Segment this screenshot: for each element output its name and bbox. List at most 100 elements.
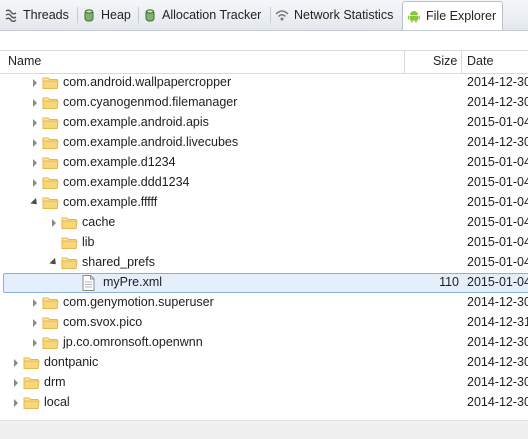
tree-row[interactable]: local 2014-12-30 <box>0 393 528 413</box>
tree-row[interactable]: myPre.xml 110 2015-01-04 <box>0 273 528 293</box>
folder-icon <box>42 316 59 330</box>
tree-item-name: com.example.fffff <box>63 195 158 209</box>
tab-separator <box>77 7 78 23</box>
tree-item-date: 2014-12-30 <box>467 135 528 149</box>
tree-row[interactable]: com.example.android.apis 2015-01-04 <box>0 113 528 133</box>
tree-item-name: com.svox.pico <box>63 315 143 329</box>
tree-item-date: 2014-12-30 <box>467 395 528 409</box>
view-tab-bar: Threads Heap Allocation Tracker Network … <box>0 0 528 31</box>
file-icon <box>82 275 95 291</box>
expand-arrow-icon[interactable] <box>30 178 40 188</box>
wifi-icon <box>275 8 289 22</box>
tree-item-date: 2014-12-31 <box>467 315 528 329</box>
tree-row[interactable]: lib 2015-01-04 <box>0 233 528 253</box>
folder-icon <box>42 176 59 190</box>
column-header-row: Name Size Date <box>0 50 528 74</box>
expand-arrow-icon[interactable] <box>49 218 59 228</box>
expand-arrow-icon[interactable] <box>11 398 21 408</box>
column-divider[interactable] <box>404 51 405 73</box>
tree-row[interactable]: com.example.android.livecubes 2014-12-30 <box>0 133 528 153</box>
tree-item-date: 2015-01-04 <box>467 195 528 209</box>
tree-item-name: com.cyanogenmod.filemanager <box>63 95 238 109</box>
folder-icon <box>23 396 40 410</box>
tab-separator <box>138 7 139 23</box>
tree-item-date: 2015-01-04 <box>467 235 528 249</box>
tree-item-name: dontpanic <box>44 355 99 369</box>
tree-item-date: 2015-01-04 <box>467 255 528 269</box>
tree-row[interactable]: dontpanic 2014-12-30 <box>0 353 528 373</box>
toolbar-area <box>0 31 528 50</box>
folder-icon <box>42 76 59 90</box>
collapse-arrow-icon[interactable] <box>49 258 59 268</box>
tree-item-name: com.example.android.livecubes <box>63 135 239 149</box>
expand-arrow-icon[interactable] <box>30 158 40 168</box>
file-tree[interactable]: com.android.wallpapercropper 2014-12-30 co… <box>0 73 528 418</box>
folder-icon <box>23 356 40 370</box>
tree-row[interactable]: com.example.ddd1234 2015-01-04 <box>0 173 528 193</box>
collapse-arrow-icon[interactable] <box>30 198 40 208</box>
column-header-name[interactable]: Name <box>8 54 41 68</box>
tree-row[interactable]: shared_prefs 2015-01-04 <box>0 253 528 273</box>
tree-item-date: 2014-12-30 <box>467 295 528 309</box>
folder-icon <box>42 196 59 210</box>
tree-row[interactable]: com.example.fffff 2015-01-04 <box>0 193 528 213</box>
tree-item-name: lib <box>82 235 95 249</box>
tree-item-name: cache <box>82 215 116 229</box>
tree-row[interactable]: jp.co.omronsoft.openwnn 2014-12-30 <box>0 333 528 353</box>
tab-heap[interactable]: Heap <box>82 3 131 27</box>
column-header-date[interactable]: Date <box>467 54 493 68</box>
tab-file-explorer[interactable]: File Explorer <box>402 1 504 30</box>
folder-icon <box>42 136 59 150</box>
tree-item-date: 2014-12-30 <box>467 375 528 389</box>
tree-item-date: 2015-01-04 <box>467 215 528 229</box>
tree-item-date: 2015-01-04 <box>467 175 528 189</box>
tree-row[interactable]: com.example.d1234 2015-01-04 <box>0 153 528 173</box>
horizontal-scrollbar[interactable] <box>0 420 528 439</box>
android-icon <box>407 9 421 23</box>
tree-item-name: com.example.ddd1234 <box>63 175 190 189</box>
tree-row[interactable]: com.cyanogenmod.filemanager 2014-12-30 <box>0 93 528 113</box>
tree-item-date: 2015-01-04 <box>467 275 528 289</box>
tree-item-name: jp.co.omronsoft.openwnn <box>63 335 203 349</box>
column-header-size[interactable]: Size <box>433 54 457 68</box>
tab-threads-label: Threads <box>23 8 69 22</box>
tree-row[interactable]: com.genymotion.superuser 2014-12-30 <box>0 293 528 313</box>
tree-item-name: drm <box>44 375 66 389</box>
column-divider[interactable] <box>461 51 462 73</box>
tree-item-size: 110 <box>439 275 459 289</box>
tree-row[interactable]: com.android.wallpapercropper 2014-12-30 <box>0 73 528 93</box>
expand-arrow-icon[interactable] <box>11 358 21 368</box>
folder-icon <box>42 96 59 110</box>
tab-threads[interactable]: Threads <box>4 3 69 27</box>
tree-item-name: myPre.xml <box>103 275 163 289</box>
expand-arrow-icon[interactable] <box>30 98 40 108</box>
expand-arrow-icon[interactable] <box>30 138 40 148</box>
expand-arrow-icon[interactable] <box>30 338 40 348</box>
tab-network-statistics[interactable]: Network Statistics <box>275 3 393 27</box>
tree-item-date: 2015-01-04 <box>467 115 528 129</box>
expand-arrow-icon[interactable] <box>11 378 21 388</box>
heap-cylinder-icon <box>82 8 96 22</box>
expand-arrow-icon[interactable] <box>30 118 40 128</box>
tree-row[interactable]: drm 2014-12-30 <box>0 373 528 393</box>
tree-row[interactable]: com.svox.pico 2014-12-31 <box>0 313 528 333</box>
tab-allocation-tracker-label: Allocation Tracker <box>162 8 262 22</box>
tree-item-date: 2015-01-04 <box>467 155 528 169</box>
tab-separator <box>270 7 271 23</box>
tree-item-name: local <box>44 395 70 409</box>
folder-icon <box>42 156 59 170</box>
folder-icon <box>61 216 78 230</box>
folder-icon <box>61 256 78 270</box>
expand-arrow-icon[interactable] <box>30 298 40 308</box>
expand-arrow-icon[interactable] <box>30 318 40 328</box>
expand-arrow-icon[interactable] <box>30 78 40 88</box>
tab-allocation-tracker[interactable]: Allocation Tracker <box>143 3 261 27</box>
tree-item-name: shared_prefs <box>82 255 155 269</box>
tree-item-name: com.android.wallpapercropper <box>63 75 232 89</box>
tree-row[interactable]: cache 2015-01-04 <box>0 213 528 233</box>
folder-icon <box>61 236 78 250</box>
folder-icon <box>42 336 59 350</box>
tree-item-date: 2014-12-30 <box>467 355 528 369</box>
tab-file-explorer-label: File Explorer <box>426 9 497 23</box>
folder-icon <box>23 376 40 390</box>
